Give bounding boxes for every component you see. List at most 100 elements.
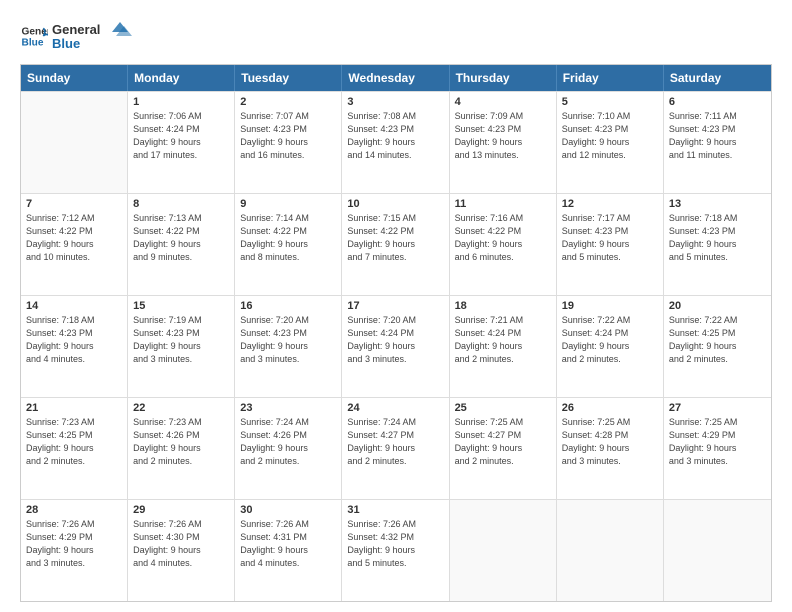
day-number: 31 [347, 504, 443, 516]
day-cell-23: 23 Sunrise: 7:24 AM Sunset: 4:26 PM Dayli… [235, 398, 342, 499]
day-info: Sunrise: 7:11 AM Sunset: 4:23 PM Dayligh… [669, 110, 766, 162]
day-cell-29: 29 Sunrise: 7:26 AM Sunset: 4:30 PM Dayli… [128, 500, 235, 601]
header-cell-wednesday: Wednesday [342, 65, 449, 91]
day-info: Sunrise: 7:09 AM Sunset: 4:23 PM Dayligh… [455, 110, 551, 162]
day-cell-25: 25 Sunrise: 7:25 AM Sunset: 4:27 PM Dayli… [450, 398, 557, 499]
day-cell-12: 12 Sunrise: 7:17 AM Sunset: 4:23 PM Dayli… [557, 194, 664, 295]
day-number: 1 [133, 96, 229, 108]
calendar-body: 1 Sunrise: 7:06 AM Sunset: 4:24 PM Daylig… [21, 91, 771, 601]
day-cell-17: 17 Sunrise: 7:20 AM Sunset: 4:24 PM Dayli… [342, 296, 449, 397]
day-info: Sunrise: 7:26 AM Sunset: 4:31 PM Dayligh… [240, 518, 336, 570]
day-cell-22: 22Sunrise: 7:23 AM Sunset: 4:26 PM Dayli… [128, 398, 235, 499]
calendar-row-1: 1 Sunrise: 7:06 AM Sunset: 4:24 PM Daylig… [21, 91, 771, 193]
logo: General Blue General Blue [20, 18, 132, 54]
calendar-header: SundayMondayTuesdayWednesdayThursdayFrid… [21, 65, 771, 91]
day-number: 16 [240, 300, 336, 312]
day-cell-31: 31 Sunrise: 7:26 AM Sunset: 4:32 PM Dayli… [342, 500, 449, 601]
calendar-row-5: 28 Sunrise: 7:26 AM Sunset: 4:29 PM Dayli… [21, 499, 771, 601]
empty-cell-4-6 [664, 500, 771, 601]
logo-svg: General Blue [52, 18, 132, 54]
day-info: Sunrise: 7:18 AM Sunset: 4:23 PM Dayligh… [26, 314, 122, 366]
day-number: 18 [455, 300, 551, 312]
day-number: 24 [347, 402, 443, 414]
calendar: SundayMondayTuesdayWednesdayThursdayFrid… [20, 64, 772, 602]
day-cell-6: 6 Sunrise: 7:11 AM Sunset: 4:23 PM Daylig… [664, 92, 771, 193]
header-cell-saturday: Saturday [664, 65, 771, 91]
day-number: 4 [455, 96, 551, 108]
day-number: 23 [240, 402, 336, 414]
day-info: Sunrise: 7:25 AM Sunset: 4:27 PM Dayligh… [455, 416, 551, 468]
day-info: Sunrise: 7:23 AM Sunset: 4:25 PM Dayligh… [26, 416, 122, 468]
day-number: 26 [562, 402, 658, 414]
day-number: 6 [669, 96, 766, 108]
day-cell-11: 11 Sunrise: 7:16 AM Sunset: 4:22 PM Dayli… [450, 194, 557, 295]
day-cell-3: 3 Sunrise: 7:08 AM Sunset: 4:23 PM Daylig… [342, 92, 449, 193]
day-info: Sunrise: 7:08 AM Sunset: 4:23 PM Dayligh… [347, 110, 443, 162]
calendar-row-3: 14Sunrise: 7:18 AM Sunset: 4:23 PM Dayli… [21, 295, 771, 397]
day-number: 25 [455, 402, 551, 414]
day-number: 7 [26, 198, 122, 210]
day-info: Sunrise: 7:22 AM Sunset: 4:24 PM Dayligh… [562, 314, 658, 366]
day-number: 2 [240, 96, 336, 108]
day-info: Sunrise: 7:06 AM Sunset: 4:24 PM Dayligh… [133, 110, 229, 162]
empty-cell-0-0 [21, 92, 128, 193]
day-cell-1: 1 Sunrise: 7:06 AM Sunset: 4:24 PM Daylig… [128, 92, 235, 193]
day-number: 15 [133, 300, 229, 312]
day-info: Sunrise: 7:26 AM Sunset: 4:32 PM Dayligh… [347, 518, 443, 570]
day-number: 12 [562, 198, 658, 210]
day-info: Sunrise: 7:18 AM Sunset: 4:23 PM Dayligh… [669, 212, 766, 264]
day-info: Sunrise: 7:24 AM Sunset: 4:26 PM Dayligh… [240, 416, 336, 468]
page: General Blue General Blue SundayMondayTu… [0, 0, 792, 612]
day-cell-10: 10 Sunrise: 7:15 AM Sunset: 4:22 PM Dayli… [342, 194, 449, 295]
day-info: Sunrise: 7:26 AM Sunset: 4:30 PM Dayligh… [133, 518, 229, 570]
header-cell-friday: Friday [557, 65, 664, 91]
day-info: Sunrise: 7:20 AM Sunset: 4:24 PM Dayligh… [347, 314, 443, 366]
calendar-row-4: 21Sunrise: 7:23 AM Sunset: 4:25 PM Dayli… [21, 397, 771, 499]
day-number: 13 [669, 198, 766, 210]
day-cell-26: 26Sunrise: 7:25 AM Sunset: 4:28 PM Dayli… [557, 398, 664, 499]
calendar-row-2: 7 Sunrise: 7:12 AM Sunset: 4:22 PM Daylig… [21, 193, 771, 295]
day-info: Sunrise: 7:16 AM Sunset: 4:22 PM Dayligh… [455, 212, 551, 264]
day-number: 28 [26, 504, 122, 516]
day-number: 27 [669, 402, 766, 414]
empty-cell-4-5 [557, 500, 664, 601]
day-number: 3 [347, 96, 443, 108]
day-cell-24: 24Sunrise: 7:24 AM Sunset: 4:27 PM Dayli… [342, 398, 449, 499]
day-cell-21: 21Sunrise: 7:23 AM Sunset: 4:25 PM Dayli… [21, 398, 128, 499]
day-info: Sunrise: 7:20 AM Sunset: 4:23 PM Dayligh… [240, 314, 336, 366]
day-cell-14: 14Sunrise: 7:18 AM Sunset: 4:23 PM Dayli… [21, 296, 128, 397]
day-cell-16: 16 Sunrise: 7:20 AM Sunset: 4:23 PM Dayli… [235, 296, 342, 397]
day-cell-20: 20 Sunrise: 7:22 AM Sunset: 4:25 PM Dayli… [664, 296, 771, 397]
day-cell-28: 28 Sunrise: 7:26 AM Sunset: 4:29 PM Dayli… [21, 500, 128, 601]
day-info: Sunrise: 7:12 AM Sunset: 4:22 PM Dayligh… [26, 212, 122, 264]
day-cell-5: 5Sunrise: 7:10 AM Sunset: 4:23 PM Daylig… [557, 92, 664, 193]
day-cell-30: 30Sunrise: 7:26 AM Sunset: 4:31 PM Dayli… [235, 500, 342, 601]
header: General Blue General Blue [20, 18, 772, 54]
day-info: Sunrise: 7:19 AM Sunset: 4:23 PM Dayligh… [133, 314, 229, 366]
day-info: Sunrise: 7:13 AM Sunset: 4:22 PM Dayligh… [133, 212, 229, 264]
day-cell-2: 2 Sunrise: 7:07 AM Sunset: 4:23 PM Daylig… [235, 92, 342, 193]
day-cell-27: 27 Sunrise: 7:25 AM Sunset: 4:29 PM Dayli… [664, 398, 771, 499]
day-info: Sunrise: 7:22 AM Sunset: 4:25 PM Dayligh… [669, 314, 766, 366]
header-cell-sunday: Sunday [21, 65, 128, 91]
day-number: 20 [669, 300, 766, 312]
day-cell-9: 9Sunrise: 7:14 AM Sunset: 4:22 PM Daylig… [235, 194, 342, 295]
day-info: Sunrise: 7:25 AM Sunset: 4:29 PM Dayligh… [669, 416, 766, 468]
day-info: Sunrise: 7:23 AM Sunset: 4:26 PM Dayligh… [133, 416, 229, 468]
day-cell-13: 13 Sunrise: 7:18 AM Sunset: 4:23 PM Dayli… [664, 194, 771, 295]
day-number: 10 [347, 198, 443, 210]
day-number: 29 [133, 504, 229, 516]
day-number: 17 [347, 300, 443, 312]
day-number: 5 [562, 96, 658, 108]
day-info: Sunrise: 7:15 AM Sunset: 4:22 PM Dayligh… [347, 212, 443, 264]
day-info: Sunrise: 7:17 AM Sunset: 4:23 PM Dayligh… [562, 212, 658, 264]
day-info: Sunrise: 7:26 AM Sunset: 4:29 PM Dayligh… [26, 518, 122, 570]
header-cell-tuesday: Tuesday [235, 65, 342, 91]
day-cell-19: 19Sunrise: 7:22 AM Sunset: 4:24 PM Dayli… [557, 296, 664, 397]
day-number: 11 [455, 198, 551, 210]
svg-text:Blue: Blue [22, 37, 44, 48]
logo-icon: General Blue [20, 22, 48, 50]
day-number: 8 [133, 198, 229, 210]
day-cell-4: 4 Sunrise: 7:09 AM Sunset: 4:23 PM Daylig… [450, 92, 557, 193]
day-info: Sunrise: 7:07 AM Sunset: 4:23 PM Dayligh… [240, 110, 336, 162]
